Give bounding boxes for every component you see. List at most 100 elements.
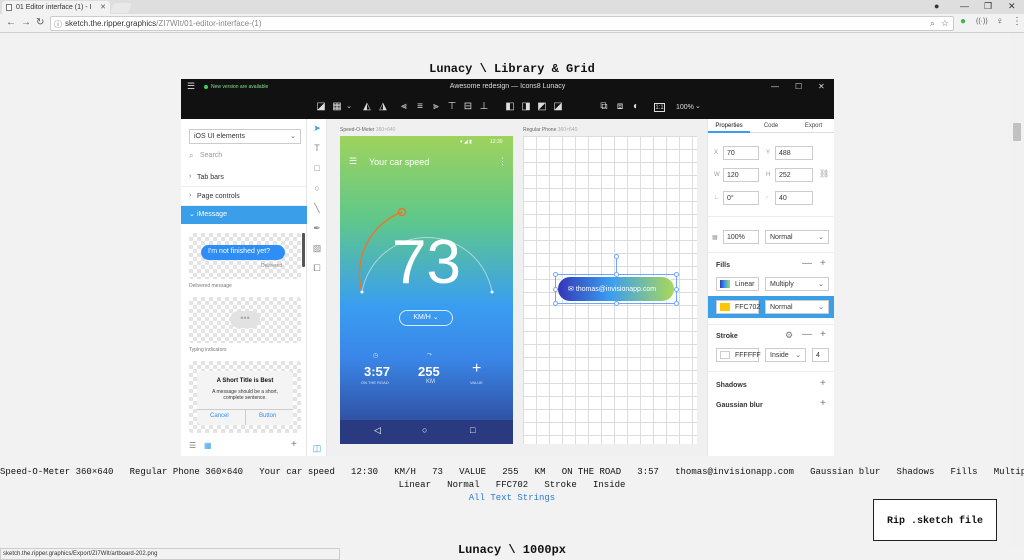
- library-item-imessage[interactable]: ⌄ iMessage: [181, 206, 307, 224]
- stroke-position-select[interactable]: Inside ⌄: [765, 348, 806, 362]
- add-icon[interactable]: +: [291, 439, 297, 450]
- artboard-speedometer[interactable]: ▾ ◢ ▮ 12:30 ☰ Your car speed ⋮ 73 KM/H ⌄…: [340, 136, 513, 444]
- all-text-strings-link[interactable]: All Text Strings: [0, 492, 1024, 505]
- layout-grid-alt-icon[interactable]: ▦: [331, 101, 343, 113]
- browser-tab[interactable]: 01 Editor interface (1) - I ✕: [2, 1, 110, 14]
- layout-grid-icon[interactable]: ◪: [315, 101, 327, 113]
- send-backward-icon[interactable]: ◨: [520, 101, 532, 113]
- ungroup-icon[interactable]: ⧈: [614, 101, 626, 113]
- remove-icon[interactable]: —: [802, 258, 812, 269]
- list-view-icon[interactable]: ☰: [189, 441, 196, 450]
- library-item-page-controls[interactable]: › Page controls: [181, 188, 307, 206]
- close-tab-icon[interactable]: ✕: [100, 3, 106, 11]
- stroke-color-field[interactable]: FFFFFF: [716, 348, 761, 362]
- component-thumbnail[interactable]: I'm not finished yet? Delivered: [189, 233, 301, 279]
- stroke-settings-icon[interactable]: ⚙: [785, 330, 793, 341]
- library-item-tab-bars[interactable]: › Tab bars: [181, 169, 307, 187]
- bring-front-icon[interactable]: ◩: [536, 101, 548, 113]
- align-center-icon[interactable]: ≡: [414, 101, 426, 113]
- flip-horizontal-icon[interactable]: ◭: [361, 101, 373, 113]
- y-field[interactable]: 488: [775, 146, 813, 160]
- opacity-field[interactable]: 100%: [723, 230, 759, 244]
- bring-forward-icon[interactable]: ◧: [504, 101, 516, 113]
- align-left-icon[interactable]: ⫷: [398, 101, 410, 113]
- constrain-link-icon[interactable]: ⛓: [819, 169, 829, 178]
- line-tool-icon[interactable]: ╲: [312, 203, 322, 213]
- back-icon[interactable]: ←: [6, 17, 16, 28]
- reload-icon[interactable]: ↻: [36, 17, 44, 28]
- pen-tool-icon[interactable]: ✒: [312, 223, 322, 233]
- align-bottom-icon[interactable]: ⊥: [478, 101, 490, 113]
- rotation-field[interactable]: 0°: [723, 191, 759, 205]
- width-field[interactable]: 120: [723, 168, 759, 182]
- grid-view-icon[interactable]: ▦: [204, 441, 212, 450]
- add-stroke-icon[interactable]: +: [820, 329, 826, 340]
- rip-sketch-button[interactable]: Rip .sketch file: [873, 499, 997, 541]
- send-back-icon[interactable]: ◪: [552, 101, 564, 113]
- library-dropdown[interactable]: iOS UI elements ⌄: [189, 129, 301, 144]
- extension-icon[interactable]: ♀: [996, 16, 1004, 27]
- close-icon[interactable]: ✕: [818, 82, 825, 91]
- menu-icon[interactable]: ⋮: [1012, 16, 1022, 27]
- resize-handle[interactable]: [614, 272, 619, 277]
- selection-box[interactable]: ✉ thomas@invisionapp.com: [553, 254, 679, 306]
- fill-color-field[interactable]: FFC702: [716, 300, 760, 314]
- flip-vertical-icon[interactable]: ◮: [377, 101, 389, 113]
- radius-field[interactable]: 40: [775, 191, 813, 205]
- x-field[interactable]: 70: [723, 146, 759, 160]
- profile-icon[interactable]: ●: [934, 1, 939, 11]
- remove-icon[interactable]: —: [802, 329, 812, 340]
- group-icon[interactable]: ⧉: [598, 101, 610, 113]
- resize-handle[interactable]: [553, 301, 558, 306]
- stroke-width-field[interactable]: 4: [812, 348, 829, 362]
- actual-size-icon[interactable]: 1:1: [654, 103, 665, 112]
- fill-type-select[interactable]: Linear: [716, 277, 759, 291]
- align-middle-icon[interactable]: ⊟: [462, 101, 474, 113]
- email-button[interactable]: ✉ thomas@invisionapp.com: [557, 276, 675, 302]
- extension-icon[interactable]: ((·)): [976, 18, 988, 25]
- tab-properties[interactable]: Properties: [708, 119, 750, 133]
- add-shadow-icon[interactable]: +: [820, 378, 826, 389]
- height-field[interactable]: 252: [775, 168, 813, 182]
- panel-scrollbar[interactable]: [302, 233, 305, 267]
- zoom-level[interactable]: 100%: [676, 104, 694, 111]
- fill-blend-select[interactable]: Normal ⌄: [765, 300, 829, 314]
- align-top-icon[interactable]: ⊤: [446, 101, 458, 113]
- panel-toggle-icon[interactable]: ◫: [312, 443, 322, 453]
- resize-handle[interactable]: [553, 287, 558, 292]
- tab-export[interactable]: Export: [792, 119, 834, 133]
- mask-icon[interactable]: ◐: [630, 101, 642, 113]
- add-fill-icon[interactable]: +: [820, 258, 826, 269]
- forward-icon[interactable]: →: [21, 17, 31, 28]
- url-field[interactable]: ⓘ sketch.the.ripper.graphics/ZI7WIt/01-e…: [50, 16, 954, 31]
- component-thumbnail[interactable]: A Short Title is Best A message should b…: [189, 361, 301, 433]
- new-tab-button[interactable]: [110, 3, 132, 13]
- align-right-icon[interactable]: ⫸: [430, 101, 442, 113]
- resize-handle[interactable]: [674, 301, 679, 306]
- add-blur-icon[interactable]: +: [820, 398, 826, 409]
- resize-handle[interactable]: [674, 272, 679, 277]
- library-search[interactable]: ⌕ Search: [189, 150, 301, 164]
- scrollbar-thumb[interactable]: [1013, 123, 1021, 141]
- resize-handle[interactable]: [614, 301, 619, 306]
- search-icon[interactable]: ⌕: [930, 18, 935, 29]
- text-tool-icon[interactable]: T: [312, 143, 322, 153]
- blend-mode-select[interactable]: Normal ⌄: [765, 230, 829, 244]
- rectangle-tool-icon[interactable]: □: [312, 163, 322, 173]
- info-icon[interactable]: ⓘ: [54, 19, 62, 30]
- artboard-tool-icon[interactable]: ⧠: [312, 263, 322, 273]
- resize-handle[interactable]: [674, 287, 679, 292]
- image-tool-icon[interactable]: ▨: [312, 243, 322, 253]
- resize-handle[interactable]: [553, 272, 558, 277]
- ellipse-tool-icon[interactable]: ○: [312, 183, 322, 193]
- design-canvas[interactable]: Speed-O-Meter 360×640 Regular Phone 360×…: [327, 119, 707, 456]
- restore-icon[interactable]: ❐: [984, 1, 992, 12]
- tab-code[interactable]: Code: [750, 119, 792, 133]
- pointer-tool-icon[interactable]: ➤: [312, 123, 322, 133]
- maximize-icon[interactable]: ☐: [795, 82, 802, 91]
- chevron-down-icon[interactable]: ⌄: [343, 101, 355, 113]
- extension-icon[interactable]: ●: [960, 16, 966, 27]
- minimize-icon[interactable]: —: [771, 82, 779, 91]
- minimize-icon[interactable]: —: [960, 1, 969, 11]
- close-window-icon[interactable]: ✕: [1008, 1, 1016, 12]
